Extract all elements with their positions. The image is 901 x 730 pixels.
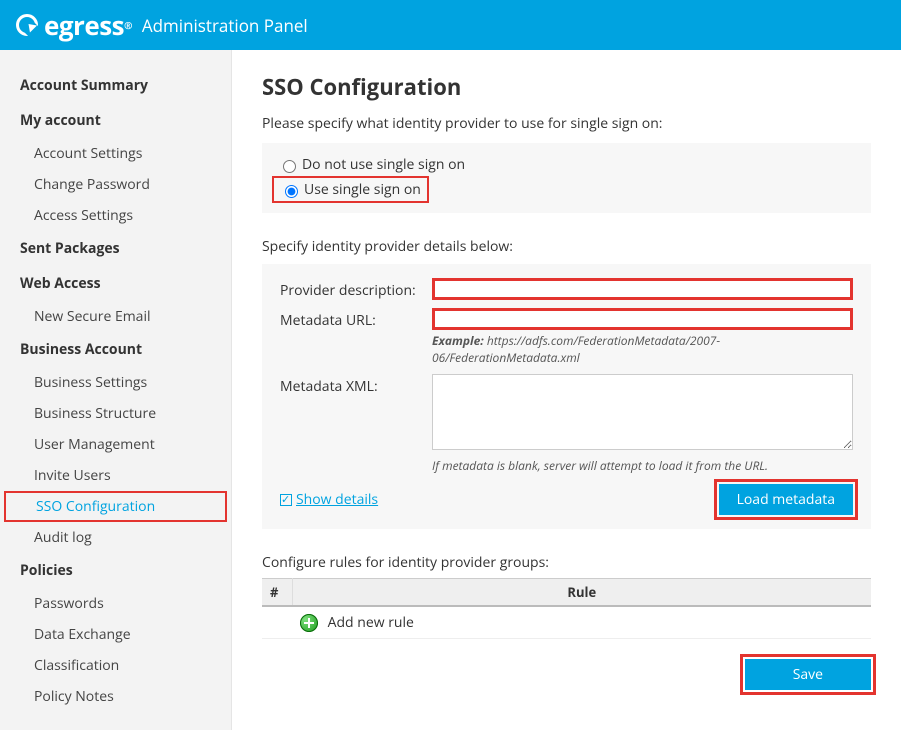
sidebar-item-user-management[interactable]: User Management bbox=[0, 429, 231, 460]
sidebar-item-sso-configuration[interactable]: SSO Configuration bbox=[4, 491, 227, 522]
sidebar-item-audit-log[interactable]: Audit log bbox=[0, 522, 231, 553]
sidebar-item-data-exchange[interactable]: Data Exchange bbox=[0, 619, 231, 650]
sidebar-heading-my-account: My account bbox=[0, 103, 231, 138]
sidebar-item-invite-users[interactable]: Invite Users bbox=[0, 460, 231, 491]
sidebar-item-change-password[interactable]: Change Password bbox=[0, 169, 231, 200]
sidebar-heading-business-account: Business Account bbox=[0, 332, 231, 367]
sidebar-item-classification[interactable]: Classification bbox=[0, 650, 231, 681]
metadata-url-label: Metadata URL: bbox=[280, 308, 432, 330]
metadata-url-input[interactable] bbox=[432, 308, 853, 330]
sidebar-item-access-settings[interactable]: Access Settings bbox=[0, 200, 231, 231]
col-header-index: # bbox=[262, 579, 292, 607]
top-header: egress® Administration Panel bbox=[0, 0, 901, 50]
page-title: SSO Configuration bbox=[262, 72, 871, 102]
sidebar-item-business-structure[interactable]: Business Structure bbox=[0, 398, 231, 429]
egress-logo-icon bbox=[16, 14, 38, 36]
save-button[interactable]: Save bbox=[745, 659, 871, 690]
show-details-link[interactable]: Show details bbox=[280, 490, 378, 509]
metadata-xml-label: Metadata XML: bbox=[280, 374, 432, 396]
details-prompt: Specify identity provider details below: bbox=[262, 237, 871, 256]
sidebar-heading-account-summary[interactable]: Account Summary bbox=[0, 68, 231, 103]
sidebar-item-account-settings[interactable]: Account Settings bbox=[0, 138, 231, 169]
radio-off-label: Do not use single sign on bbox=[302, 155, 465, 174]
provider-details-form: Provider description: Metadata URL: Exam… bbox=[262, 264, 871, 529]
sidebar-heading-sent-packages[interactable]: Sent Packages bbox=[0, 231, 231, 266]
radio-row-on[interactable]: Use single sign on bbox=[272, 176, 429, 203]
sidebar: Account Summary My account Account Setti… bbox=[0, 50, 232, 730]
rules-table: # Rule Add new rule bbox=[262, 578, 871, 639]
main-content: SSO Configuration Please specify what id… bbox=[232, 50, 901, 730]
add-new-rule-link[interactable]: Add new rule bbox=[300, 613, 414, 632]
metadata-url-example: Example: https://adfs.com/FederationMeta… bbox=[432, 332, 853, 366]
radio-use-sso[interactable] bbox=[285, 185, 298, 198]
col-header-rule: Rule bbox=[292, 579, 871, 607]
provider-description-label: Provider description: bbox=[280, 278, 432, 300]
radio-on-label: Use single sign on bbox=[304, 180, 421, 199]
provider-description-input[interactable] bbox=[432, 278, 853, 300]
sidebar-item-policy-notes[interactable]: Policy Notes bbox=[0, 681, 231, 712]
add-icon bbox=[300, 614, 318, 632]
sidebar-item-new-secure-email[interactable]: New Secure Email bbox=[0, 301, 231, 332]
checkbox-icon bbox=[280, 494, 292, 506]
sso-radio-group: Do not use single sign on Use single sig… bbox=[262, 143, 871, 213]
sidebar-heading-web-access: Web Access bbox=[0, 266, 231, 301]
brand-name: egress bbox=[44, 7, 124, 43]
radio-do-not-use-sso[interactable] bbox=[283, 160, 296, 173]
load-metadata-button[interactable]: Load metadata bbox=[719, 484, 853, 515]
sidebar-heading-policies: Policies bbox=[0, 553, 231, 588]
metadata-xml-hint: If metadata is blank, server will attemp… bbox=[432, 457, 853, 474]
sidebar-item-passwords[interactable]: Passwords bbox=[0, 588, 231, 619]
sidebar-item-business-settings[interactable]: Business Settings bbox=[0, 367, 231, 398]
panel-title: Administration Panel bbox=[142, 14, 308, 37]
metadata-xml-textarea[interactable] bbox=[432, 374, 853, 450]
radio-row-off[interactable]: Do not use single sign on bbox=[278, 153, 855, 176]
brand-logo: egress® bbox=[16, 7, 132, 43]
intro-text: Please specify what identity provider to… bbox=[262, 114, 871, 133]
table-row: Add new rule bbox=[262, 606, 871, 639]
rules-prompt: Configure rules for identity provider gr… bbox=[262, 553, 871, 572]
